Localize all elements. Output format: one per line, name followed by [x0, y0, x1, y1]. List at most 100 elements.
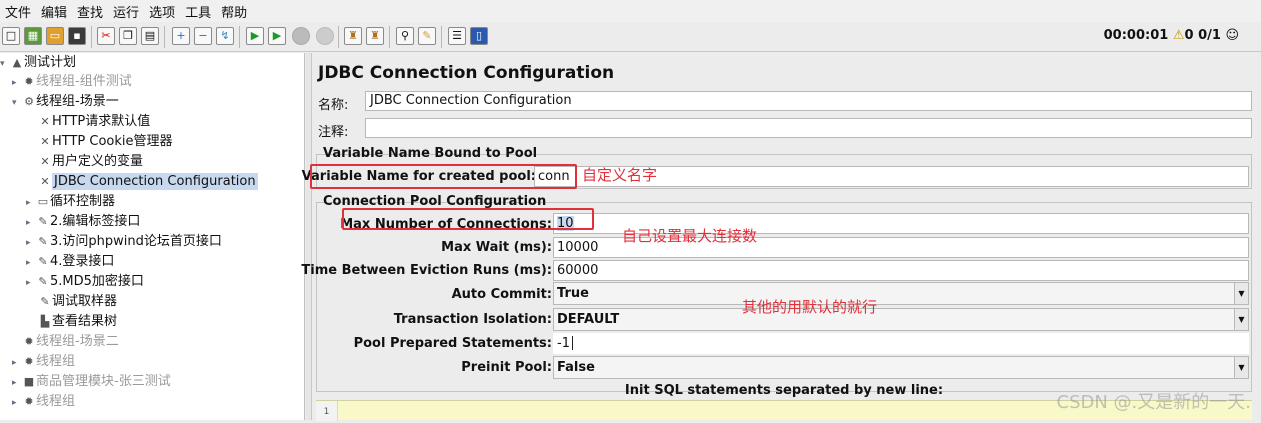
- tree-node-selected[interactable]: ✕ JDBC Connection Configuration: [38, 172, 258, 192]
- listener-icon: ▙: [40, 315, 50, 328]
- tree-node[interactable]: ▸ ▭ 循环控制器: [26, 192, 115, 212]
- eviction-runs-label: Time Between Eviction Runs (ms):: [301, 263, 552, 278]
- function-helper-icon[interactable]: ☰: [448, 27, 466, 45]
- tree-node[interactable]: ▸ ✎ 5.MD5加密接口: [26, 272, 144, 292]
- annotation-box-max-connections: [342, 208, 594, 230]
- warning-icon[interactable]: ⚠: [1173, 28, 1185, 43]
- open-icon[interactable]: ▭: [46, 27, 64, 45]
- tree-node[interactable]: ▸ ✎ 2.编辑标签接口: [26, 212, 140, 232]
- menu-bar: 文件 编辑 查找 运行 选项 工具 帮助: [0, 0, 1261, 22]
- tree-node[interactable]: ▸ ✎ 4.登录接口: [26, 252, 114, 272]
- menu-options[interactable]: 选项: [144, 2, 180, 21]
- tree-node[interactable]: ✕ HTTP请求默认值: [38, 112, 150, 132]
- thread-group-icon: ✹: [24, 355, 34, 368]
- stop-icon[interactable]: [292, 27, 310, 45]
- save-icon[interactable]: ▪: [68, 27, 86, 45]
- eviction-runs-field[interactable]: 60000: [553, 260, 1249, 281]
- menu-tools[interactable]: 工具: [180, 2, 216, 21]
- tree-node[interactable]: ▸ ✹ 线程组: [12, 352, 75, 372]
- toolbar: □ ▦ ▭ ▪ ✂ ❐ ▤ + − ↯ ▶ ▶ ♜ ♜ ⚲ ✎ ☰ ▯ 00:0…: [0, 22, 1261, 52]
- page-title: JDBC Connection Configuration: [318, 63, 615, 83]
- tree-node[interactable]: ✎ 调试取样器: [38, 292, 117, 312]
- tree-node[interactable]: ▙ 查看结果树: [38, 312, 117, 332]
- paste-icon[interactable]: ▤: [141, 27, 159, 45]
- thread-count: 0/1: [1198, 28, 1221, 43]
- warning-count[interactable]: 0: [1184, 28, 1193, 43]
- tree-node[interactable]: ▾ ⚙ 线程组-场景一: [12, 92, 119, 112]
- sampler-icon: ✎: [38, 235, 48, 248]
- chevron-down-icon[interactable]: ▼: [1234, 357, 1248, 378]
- config-panel: JDBC Connection Configuration 名称: JDBC C…: [301, 53, 1261, 421]
- menu-search[interactable]: 查找: [72, 2, 108, 21]
- config-element-icon: ✕: [40, 175, 50, 188]
- transaction-isolation-label: Transaction Isolation:: [393, 312, 552, 327]
- pool-prepared-field[interactable]: -1: [553, 333, 1249, 354]
- test-plan-icon: ▲: [12, 56, 22, 69]
- tree-node[interactable]: ▸ ✹ 线程组-组件测试: [12, 72, 132, 92]
- name-label: 名称:: [318, 98, 349, 113]
- elapsed-time: 00:00:01: [1103, 28, 1169, 43]
- tree-node[interactable]: ▸ ✎ 3.访问phpwind论坛首页接口: [26, 232, 222, 252]
- cut-icon[interactable]: ✂: [97, 27, 115, 45]
- text-cursor-icon: [572, 336, 573, 350]
- annotation-name-note: 自定义名字: [582, 166, 658, 184]
- chevron-down-icon[interactable]: ▼: [1234, 283, 1248, 304]
- new-icon[interactable]: □: [2, 27, 20, 45]
- tree-node[interactable]: ✹ 线程组-场景二: [12, 332, 118, 352]
- sampler-icon: ✎: [38, 275, 48, 288]
- chevron-down-icon[interactable]: ▼: [1234, 309, 1248, 330]
- shutdown-icon[interactable]: [316, 27, 334, 45]
- auto-commit-select[interactable]: True ▼: [553, 282, 1249, 305]
- tree-node[interactable]: ▸ ✹ 线程组: [12, 392, 75, 412]
- name-field[interactable]: JDBC Connection Configuration: [365, 91, 1252, 111]
- menu-edit[interactable]: 编辑: [36, 2, 72, 21]
- comment-field[interactable]: [365, 118, 1252, 138]
- clear-all-icon[interactable]: ♜: [366, 27, 384, 45]
- thread-group-icon: ✹: [24, 75, 34, 88]
- watermark: CSDN @.又是新的一天.: [1056, 392, 1251, 413]
- sampler-icon: ✎: [40, 295, 50, 308]
- annotation-default-note: 其他的用默认的就行: [742, 298, 878, 316]
- toggle-icon[interactable]: ↯: [216, 27, 234, 45]
- preinit-pool-label: Preinit Pool:: [461, 360, 552, 375]
- annotation-max-note: 自己设置最大连接数: [622, 227, 758, 245]
- pool-variable-section-title: Variable Name Bound to Pool: [323, 146, 538, 161]
- transaction-isolation-select[interactable]: DEFAULT ▼: [553, 308, 1249, 331]
- clear-icon[interactable]: ♜: [344, 27, 362, 45]
- config-element-icon: ✕: [40, 135, 50, 148]
- preinit-pool-value: False: [557, 360, 595, 375]
- collapse-icon[interactable]: −: [194, 27, 212, 45]
- tree-node[interactable]: ✕ HTTP Cookie管理器: [38, 132, 172, 152]
- menu-run[interactable]: 运行: [108, 2, 144, 21]
- thread-group-icon: ✹: [24, 335, 34, 348]
- tree-node[interactable]: ▸ ■ 商品管理模块-张三测试: [12, 372, 171, 392]
- copy-icon[interactable]: ❐: [119, 27, 137, 45]
- help-icon[interactable]: ▯: [470, 27, 488, 45]
- thread-group-icon: ■: [23, 375, 35, 388]
- loop-controller-icon: ▭: [37, 195, 49, 208]
- sampler-icon: ✎: [38, 255, 48, 268]
- thread-group-icon: ✹: [24, 395, 34, 408]
- reset-search-icon[interactable]: ✎: [418, 27, 436, 45]
- connection-pool-section-title: Connection Pool Configuration: [323, 194, 547, 209]
- search-icon[interactable]: ⚲: [396, 27, 414, 45]
- templates-icon[interactable]: ▦: [24, 27, 42, 45]
- tree-node[interactable]: ✕ 用户定义的变量: [38, 152, 143, 172]
- start-icon[interactable]: ▶: [246, 27, 264, 45]
- start-no-pause-icon[interactable]: ▶: [268, 27, 286, 45]
- remote-icon[interactable]: ☺: [1225, 28, 1239, 43]
- expand-icon[interactable]: +: [172, 27, 190, 45]
- pool-prepared-label: Pool Prepared Statements:: [353, 336, 552, 351]
- transaction-isolation-value: DEFAULT: [557, 312, 620, 327]
- status-area: 00:00:01 ⚠0 0/1 ☺: [1104, 28, 1239, 43]
- menu-help[interactable]: 帮助: [216, 2, 252, 21]
- line-number: 1: [316, 401, 338, 421]
- auto-commit-value: True: [557, 286, 589, 301]
- preinit-pool-select[interactable]: False ▼: [553, 356, 1249, 379]
- thread-group-icon: ⚙: [24, 95, 34, 108]
- annotation-box-pool-name: [310, 164, 577, 189]
- menu-file[interactable]: 文件: [0, 2, 36, 21]
- test-plan-tree: ▾ ▲ 测试计划 ▸ ✹ 线程组-组件测试 ▾ ⚙ 线程组-场景一 ✕ HTTP请求默认值 ✕…: [0, 53, 305, 420]
- config-element-icon: ✕: [40, 155, 50, 168]
- tree-node[interactable]: ▾ ▲ 测试计划: [0, 53, 76, 73]
